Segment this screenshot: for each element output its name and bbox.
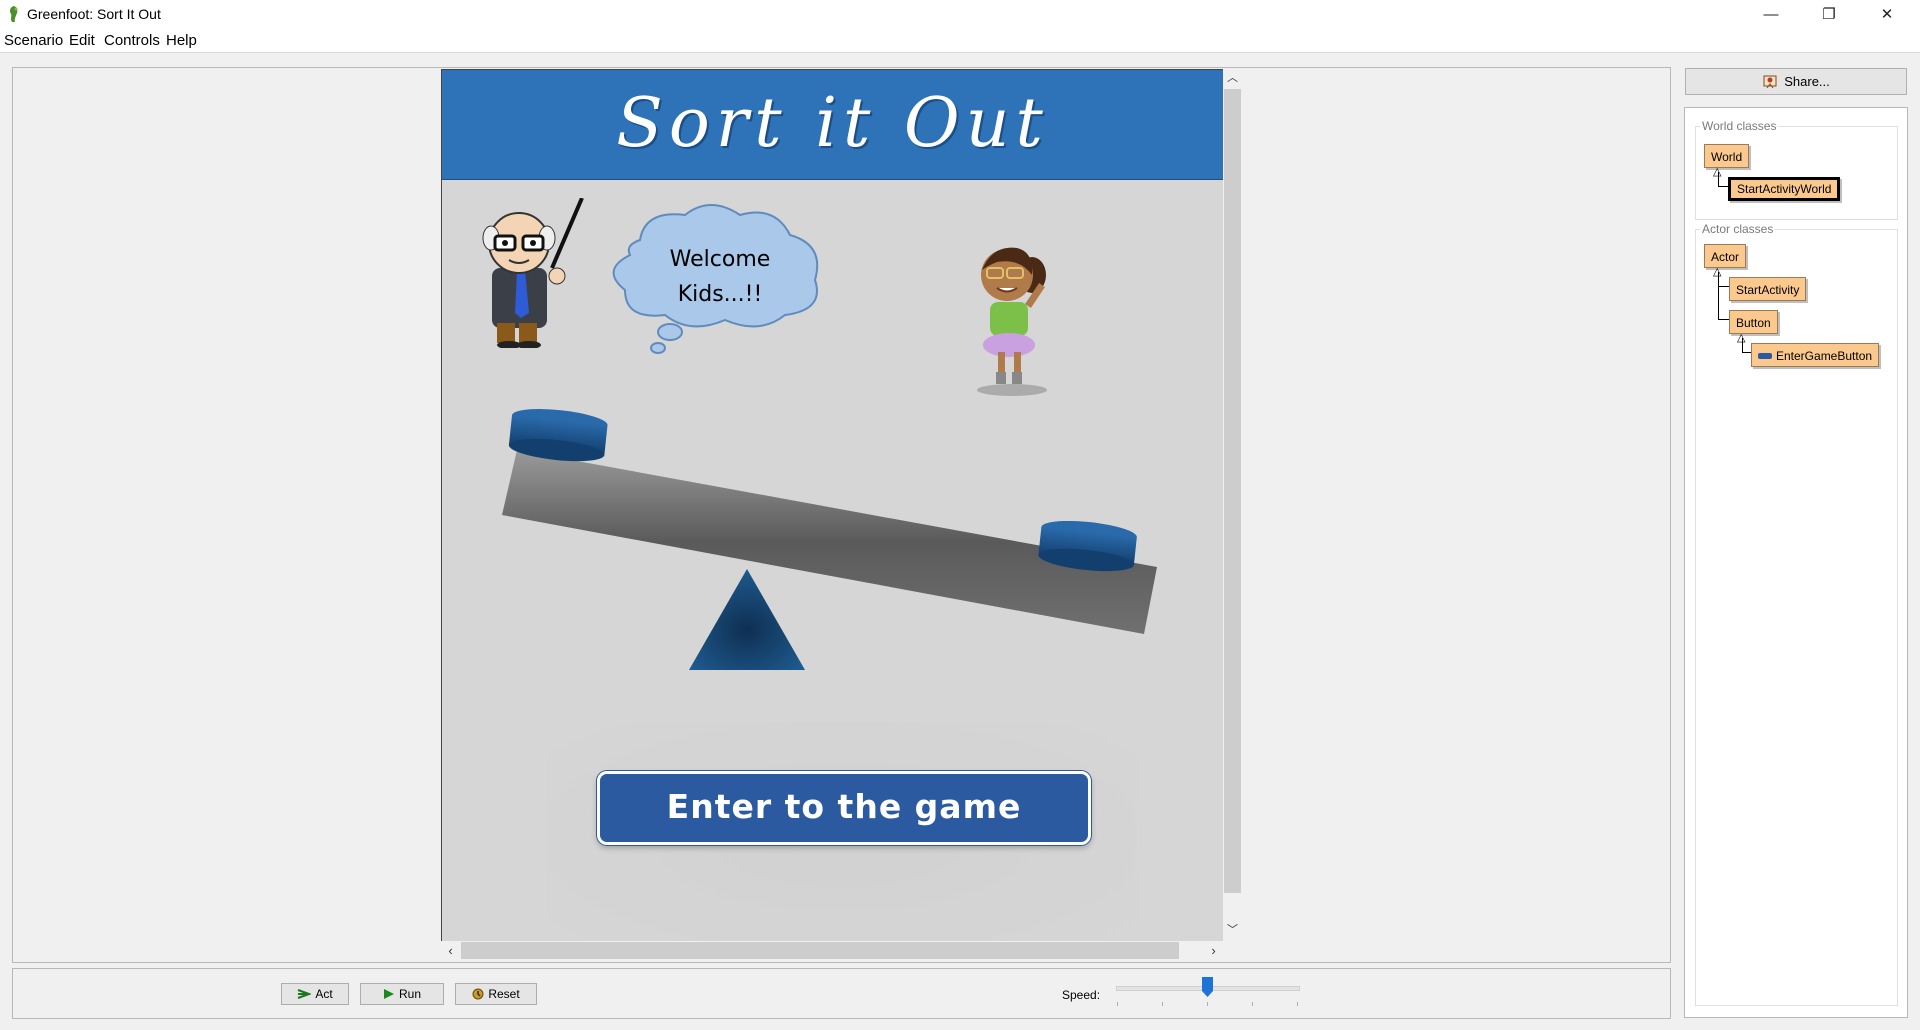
vertical-scroll-thumb[interactable] <box>1224 89 1241 893</box>
speed-tick <box>1162 1002 1163 1006</box>
world-classes-label: World classes <box>1700 119 1779 133</box>
run-button[interactable]: Run <box>360 983 444 1005</box>
restore-button[interactable]: ❐ <box>1800 0 1858 28</box>
greenfoot-logo-icon <box>10 6 18 22</box>
world-horizontal-scrollbar[interactable]: ‹ › <box>441 941 1223 960</box>
speech-bubble-text: Welcome Kids...!! <box>650 242 790 312</box>
share-label: Share... <box>1784 74 1830 89</box>
inheritance-arrow-icon: △ <box>1713 166 1722 178</box>
world-vertical-scrollbar[interactable]: ︿ ﹀ <box>1223 69 1242 940</box>
inheritance-arrow-icon: △ <box>1713 266 1722 278</box>
teacher-character[interactable] <box>467 198 597 348</box>
menu-bar: Scenario Edit Controls Help <box>0 28 1920 53</box>
class-start-activity-world[interactable]: StartActivityWorld <box>1728 177 1841 201</box>
seesaw <box>502 409 1157 670</box>
actor-classes-label: Actor classes <box>1700 222 1776 236</box>
class-world[interactable]: World <box>1704 144 1750 168</box>
speed-slider-thumb[interactable] <box>1202 977 1213 997</box>
world-banner-title: Sort it Out <box>616 84 1049 163</box>
speed-tick <box>1297 1002 1298 1006</box>
minimize-button[interactable]: — <box>1742 0 1800 28</box>
act-button[interactable]: Act <box>281 983 349 1005</box>
play-icon <box>383 989 394 999</box>
enter-game-button[interactable]: Enter to the game <box>597 771 1091 845</box>
speed-tick <box>1207 1002 1208 1006</box>
reset-label: Reset <box>488 987 520 1001</box>
world-classes-group: World classes World △ StartActivityWorld <box>1695 119 1898 220</box>
class-start-activity[interactable]: StartActivity <box>1729 277 1807 301</box>
world-banner: Sort it Out <box>442 70 1223 180</box>
scroll-down-icon[interactable]: ﹀ <box>1223 921 1242 939</box>
run-label: Run <box>398 987 421 1001</box>
scroll-up-icon[interactable]: ︿ <box>1223 69 1242 87</box>
window-title: Greenfoot: Sort It Out <box>27 6 161 22</box>
inheritance-arrow-icon: △ <box>1737 332 1746 344</box>
class-enter-game-button[interactable]: EnterGameButton <box>1751 343 1880 367</box>
horizontal-scroll-thumb[interactable] <box>461 942 1179 959</box>
class-actor[interactable]: Actor <box>1704 244 1747 268</box>
actor-classes-group: Actor classes Actor △ StartActivity Butt… <box>1695 222 1898 1006</box>
menu-edit[interactable]: Edit <box>69 32 95 49</box>
speech-line-1: Welcome <box>669 247 771 272</box>
speech-line-2: Kids...!! <box>677 282 763 307</box>
menu-controls[interactable]: Controls <box>104 32 160 49</box>
menu-help[interactable]: Help <box>166 32 197 49</box>
share-icon <box>1763 75 1777 88</box>
speed-tick <box>1252 1002 1253 1006</box>
speed-tick <box>1117 1002 1118 1006</box>
scroll-left-icon[interactable]: ‹ <box>441 941 460 960</box>
class-button[interactable]: Button <box>1729 310 1778 334</box>
reset-button[interactable]: Reset <box>455 983 537 1005</box>
reset-icon <box>472 988 484 1000</box>
speed-label: Speed: <box>1062 988 1101 1002</box>
controls-panel: Act Run Reset Speed: <box>12 968 1671 1019</box>
class-browser: World classes World △ StartActivityWorld… <box>1684 107 1908 1018</box>
world-canvas[interactable]: Sort it Out Welcome Kids...!! Enter to t… <box>441 69 1223 941</box>
act-arrow-icon <box>297 989 312 999</box>
act-label: Act <box>315 987 333 1001</box>
share-button[interactable]: Share... <box>1685 68 1907 95</box>
menu-scenario[interactable]: Scenario <box>4 32 63 49</box>
close-button[interactable]: ✕ <box>1858 0 1916 28</box>
title-bar: Greenfoot: Sort It Out — ❐ ✕ <box>0 0 1920 28</box>
scroll-right-icon[interactable]: › <box>1204 941 1223 960</box>
class-image-icon <box>1758 353 1772 359</box>
class-enter-game-button-label: EnterGameButton <box>1776 349 1873 363</box>
